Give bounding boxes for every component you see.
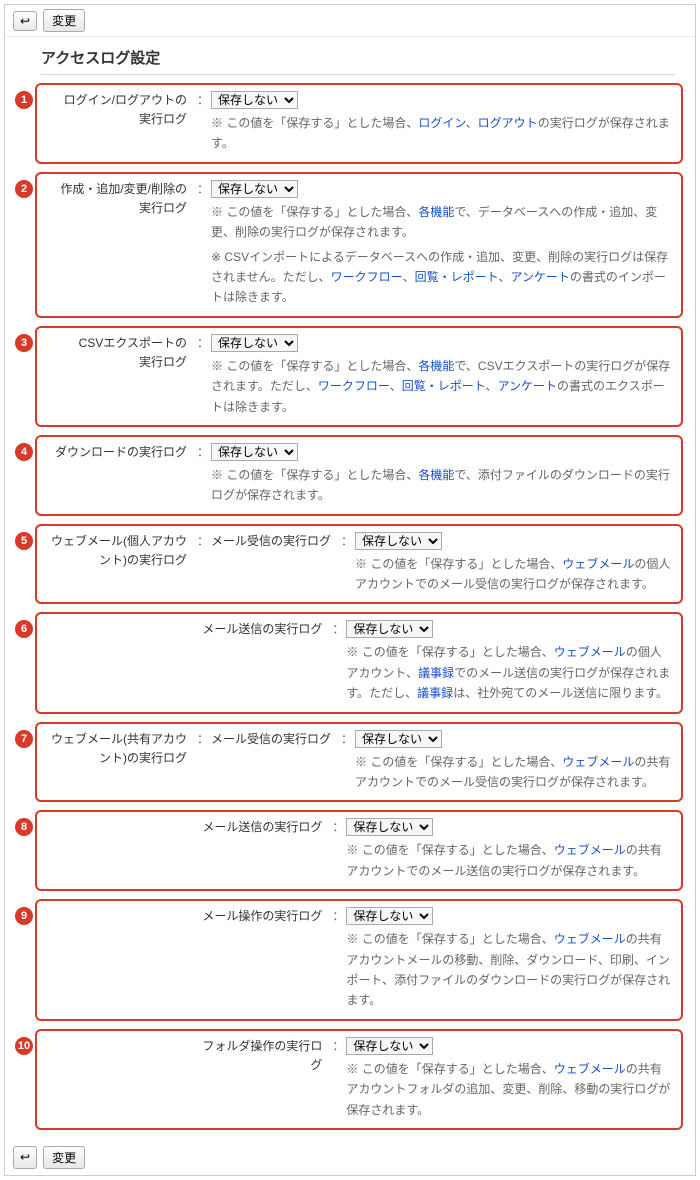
section-webmail-shared-send: 8 メール送信の実行ログ ： 保存しない ※ この値を「保存する」とした場合、ウ… bbox=[35, 810, 683, 891]
sub-label: メール送信の実行ログ bbox=[202, 620, 330, 639]
select-mail-receive-personal[interactable]: 保存しない bbox=[355, 532, 442, 550]
section-webmail-shared-mailop: 9 メール操作の実行ログ ： 保存しない ※ この値を「保存する」とした場合、ウ… bbox=[35, 899, 683, 1021]
section-login-logout: 1 ログイン/ログアウトの 実行ログ ： 保存しない ※ この値を「保存する」と… bbox=[35, 83, 683, 164]
note: ※ この値を「保存する」とした場合、各機能で、添付ファイルのダウンロードの実行ロ… bbox=[211, 465, 671, 506]
row-label: 作成・追加/変更/削除の 実行ログ bbox=[47, 180, 195, 308]
note: ※ この値を「保存する」とした場合、ログイン、ログアウトの実行ログが保存されます… bbox=[211, 113, 671, 154]
section-number: 1 bbox=[15, 91, 33, 109]
sub-label: メール送信の実行ログ bbox=[202, 818, 330, 837]
note: ※ この値を「保存する」とした場合、ウェブメールの個人アカウントでのメール受信の… bbox=[355, 554, 671, 595]
link-survey[interactable]: アンケート bbox=[498, 379, 558, 393]
note: ※ この値を「保存する」とした場合、各機能で、CSVエクスポートの実行ログが保存… bbox=[211, 356, 671, 417]
change-button[interactable]: 変更 bbox=[43, 1146, 85, 1169]
section-number: 7 bbox=[15, 730, 33, 748]
link-survey[interactable]: アンケート bbox=[510, 270, 570, 284]
sub-label: メール操作の実行ログ bbox=[202, 907, 330, 926]
section-csv-export: 3 CSVエクスポートの 実行ログ ： 保存しない ※ この値を「保存する」とし… bbox=[35, 326, 683, 427]
section-webmail-personal-receive: 5 ウェブメール(個人アカウ ント)の実行ログ ： メール受信の実行ログ ： 保… bbox=[35, 524, 683, 605]
note: ※ この値を「保存する」とした場合、各機能で、データベースへの作成・追加、変更、… bbox=[211, 202, 671, 243]
link-functions[interactable]: 各機能 bbox=[418, 359, 454, 373]
back-button[interactable]: ↩ bbox=[13, 1146, 37, 1169]
link-webmail[interactable]: ウェブメール bbox=[554, 645, 626, 659]
sub-label: メール受信の実行ログ bbox=[211, 730, 339, 749]
sub-label: フォルダ操作の実行ログ bbox=[202, 1037, 330, 1075]
link-functions[interactable]: 各機能 bbox=[418, 205, 454, 219]
section-crud: 2 作成・追加/変更/削除の 実行ログ ： 保存しない ※ この値を「保存する」… bbox=[35, 172, 683, 318]
section-number: 9 bbox=[15, 907, 33, 925]
back-button[interactable]: ↩ bbox=[13, 11, 37, 31]
note: ※ この値を「保存する」とした場合、ウェブメールの共有アカウントフォルダの追加、… bbox=[346, 1059, 671, 1120]
toolbar-bottom: ↩ 変更 bbox=[5, 1142, 695, 1175]
section-number: 6 bbox=[15, 620, 33, 638]
link-webmail[interactable]: ウェブメール bbox=[554, 932, 626, 946]
link-logout[interactable]: ログアウト bbox=[478, 116, 538, 130]
select-mail-send-personal[interactable]: 保存しない bbox=[346, 620, 433, 638]
link-functions[interactable]: 各機能 bbox=[418, 468, 454, 482]
link-report[interactable]: 回覧・レポート bbox=[402, 379, 486, 393]
link-login[interactable]: ログイン bbox=[418, 116, 465, 130]
section-number: 8 bbox=[15, 818, 33, 836]
link-webmail[interactable]: ウェブメール bbox=[562, 755, 634, 769]
note: ※ この値を「保存する」とした場合、ウェブメールの共有アカウントメールの移動、削… bbox=[346, 929, 671, 1011]
sub-label: メール受信の実行ログ bbox=[211, 532, 339, 551]
link-workflow[interactable]: ワークフロー bbox=[331, 270, 403, 284]
section-number: 2 bbox=[15, 180, 33, 198]
page: ↩ 変更 アクセスログ設定 1 ログイン/ログアウトの 実行ログ ： 保存しない… bbox=[4, 4, 696, 1176]
select-mail-send-shared[interactable]: 保存しない bbox=[346, 818, 433, 836]
note: ※ この値を「保存する」とした場合、ウェブメールの共有アカウントでのメール送信の… bbox=[346, 840, 671, 881]
note: ※ この値を「保存する」とした場合、ウェブメールの個人アカウント、議事録でのメー… bbox=[346, 642, 671, 703]
select-crud[interactable]: 保存しない bbox=[211, 180, 298, 198]
note: ※ CSVインポートによるデータベースへの作成・追加、変更、削除の実行ログは保存… bbox=[211, 247, 671, 308]
change-button[interactable]: 変更 bbox=[43, 9, 85, 32]
link-webmail[interactable]: ウェブメール bbox=[554, 843, 626, 857]
link-report[interactable]: 回覧・レポート bbox=[415, 270, 499, 284]
section-download: 4 ダウンロードの実行ログ ： 保存しない ※ この値を「保存する」とした場合、… bbox=[35, 435, 683, 516]
row-label: CSVエクスポートの 実行ログ bbox=[47, 334, 195, 417]
note: ※ この値を「保存する」とした場合、ウェブメールの共有アカウントでのメール受信の… bbox=[355, 752, 671, 793]
row-label: ウェブメール(共有アカウ ント)の実行ログ bbox=[47, 730, 195, 793]
section-webmail-personal-send: 6 メール送信の実行ログ ： 保存しない ※ この値を「保存する」とした場合、ウ… bbox=[35, 612, 683, 713]
row-label: ウェブメール(個人アカウ ント)の実行ログ bbox=[47, 532, 195, 595]
sections: 1 ログイン/ログアウトの 実行ログ ： 保存しない ※ この値を「保存する」と… bbox=[5, 83, 695, 1142]
link-workflow[interactable]: ワークフロー bbox=[318, 379, 390, 393]
section-number: 5 bbox=[15, 532, 33, 550]
select-mail-op-shared[interactable]: 保存しない bbox=[346, 907, 433, 925]
select-mail-receive-shared[interactable]: 保存しない bbox=[355, 730, 442, 748]
section-number: 4 bbox=[15, 443, 33, 461]
link-minutes[interactable]: 議事録 bbox=[417, 686, 453, 700]
select-login-logout[interactable]: 保存しない bbox=[211, 91, 298, 109]
section-webmail-shared-folderop: 10 フォルダ操作の実行ログ ： 保存しない ※ この値を「保存する」とした場合… bbox=[35, 1029, 683, 1130]
section-number: 10 bbox=[15, 1037, 33, 1055]
section-webmail-shared-receive: 7 ウェブメール(共有アカウ ント)の実行ログ ： メール受信の実行ログ ： 保… bbox=[35, 722, 683, 803]
link-webmail[interactable]: ウェブメール bbox=[554, 1062, 626, 1076]
link-webmail[interactable]: ウェブメール bbox=[562, 557, 634, 571]
section-number: 3 bbox=[15, 334, 33, 352]
toolbar-top: ↩ 変更 bbox=[5, 5, 695, 37]
row-label: ログイン/ログアウトの 実行ログ bbox=[47, 91, 195, 154]
select-folder-op-shared[interactable]: 保存しない bbox=[346, 1037, 433, 1055]
link-minutes[interactable]: 議事録 bbox=[418, 666, 454, 680]
row-label: ダウンロードの実行ログ bbox=[47, 443, 195, 506]
page-title: アクセスログ設定 bbox=[41, 47, 675, 75]
select-download[interactable]: 保存しない bbox=[211, 443, 298, 461]
select-csv-export[interactable]: 保存しない bbox=[211, 334, 298, 352]
